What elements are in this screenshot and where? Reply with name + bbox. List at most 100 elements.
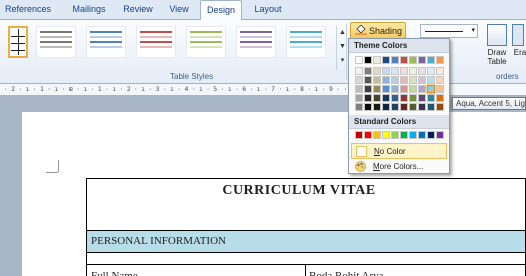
- theme-color-swatch[interactable]: [400, 103, 408, 111]
- theme-color-swatch[interactable]: [400, 67, 408, 75]
- theme-color-swatch[interactable]: [409, 76, 417, 84]
- table-style-gray[interactable]: [36, 26, 76, 58]
- more-colors-option[interactable]: More Colors...: [351, 159, 447, 175]
- theme-color-swatch[interactable]: [418, 76, 426, 84]
- theme-color-swatch[interactable]: [373, 76, 381, 84]
- theme-color-swatch[interactable]: [418, 85, 426, 93]
- standard-color-swatch[interactable]: [391, 131, 399, 139]
- theme-color-swatch[interactable]: [418, 94, 426, 102]
- theme-color-swatch[interactable]: [373, 103, 381, 111]
- tab-review[interactable]: Review: [118, 0, 158, 20]
- theme-color-swatch[interactable]: [391, 76, 399, 84]
- table-style-aqua[interactable]: [286, 26, 326, 58]
- draw-table-label-2: Table: [487, 57, 507, 66]
- tab-mailings[interactable]: Mailings: [64, 0, 114, 20]
- theme-color-swatch[interactable]: [400, 76, 408, 84]
- theme-color-swatch[interactable]: [427, 56, 435, 64]
- theme-color-swatch[interactable]: [436, 94, 444, 102]
- cv-title[interactable]: CURRICULUM VITAE: [87, 179, 526, 231]
- theme-color-swatch[interactable]: [373, 67, 381, 75]
- document-page[interactable]: CURRICULUM VITAE PERSONAL INFORMATION Fu…: [22, 112, 526, 276]
- theme-color-swatch[interactable]: [391, 56, 399, 64]
- theme-color-swatch[interactable]: [427, 103, 435, 111]
- eraser-button[interactable]: Era: [512, 24, 526, 57]
- theme-color-swatch[interactable]: [427, 94, 435, 102]
- theme-color-swatch[interactable]: [382, 76, 390, 84]
- standard-color-swatch[interactable]: [364, 131, 372, 139]
- standard-colors-header: Standard Colors: [349, 115, 449, 129]
- table-style-blue[interactable]: [86, 26, 126, 58]
- theme-color-swatch[interactable]: [409, 85, 417, 93]
- theme-color-swatch[interactable]: [391, 103, 399, 111]
- standard-color-swatch[interactable]: [373, 131, 381, 139]
- theme-color-swatch[interactable]: [355, 76, 363, 84]
- theme-color-swatch[interactable]: [436, 85, 444, 93]
- theme-color-swatch[interactable]: [418, 67, 426, 75]
- theme-color-swatch[interactable]: [409, 103, 417, 111]
- standard-color-swatch[interactable]: [427, 131, 435, 139]
- theme-color-swatch[interactable]: [427, 67, 435, 75]
- theme-color-swatch[interactable]: [364, 76, 372, 84]
- theme-color-swatch[interactable]: [364, 67, 372, 75]
- table-style-plain-grid[interactable]: [8, 26, 28, 58]
- theme-color-swatch[interactable]: [427, 76, 435, 84]
- table-style-purple[interactable]: [236, 26, 276, 58]
- theme-color-swatch[interactable]: [391, 67, 399, 75]
- theme-color-swatch[interactable]: [382, 85, 390, 93]
- theme-color-swatch[interactable]: [355, 103, 363, 111]
- theme-color-swatch[interactable]: [364, 85, 372, 93]
- theme-color-swatch[interactable]: [391, 85, 399, 93]
- theme-color-swatch[interactable]: [409, 67, 417, 75]
- theme-color-swatch[interactable]: [400, 85, 408, 93]
- borders-group-label: orders: [496, 72, 519, 81]
- tab-view[interactable]: View: [162, 0, 196, 20]
- theme-color-swatch[interactable]: [382, 94, 390, 102]
- theme-color-swatch[interactable]: [373, 94, 381, 102]
- theme-color-swatch[interactable]: [382, 67, 390, 75]
- theme-color-swatch[interactable]: [355, 67, 363, 75]
- theme-color-swatch[interactable]: [364, 103, 372, 111]
- theme-color-swatch[interactable]: [364, 94, 372, 102]
- cv-table[interactable]: CURRICULUM VITAE PERSONAL INFORMATION Fu…: [86, 178, 526, 276]
- standard-color-swatch[interactable]: [355, 131, 363, 139]
- theme-color-swatch[interactable]: [418, 56, 426, 64]
- theme-color-swatch[interactable]: [400, 56, 408, 64]
- pen-style-select[interactable]: ▾: [420, 24, 478, 38]
- theme-color-swatch[interactable]: [436, 103, 444, 111]
- standard-color-swatch[interactable]: [400, 131, 408, 139]
- theme-color-swatch[interactable]: [373, 85, 381, 93]
- theme-color-swatch[interactable]: [418, 103, 426, 111]
- theme-color-swatch[interactable]: [409, 56, 417, 64]
- table-style-red[interactable]: [136, 26, 176, 58]
- no-color-option[interactable]: No Color: [351, 143, 447, 159]
- eraser-label: Era: [513, 48, 526, 57]
- theme-color-swatch[interactable]: [436, 76, 444, 84]
- draw-table-button[interactable]: Draw Table: [484, 24, 510, 66]
- table-row[interactable]: Full Name Boda Rohit Arya: [87, 265, 526, 276]
- palette-icon: [355, 161, 366, 172]
- theme-color-swatch[interactable]: [391, 94, 399, 102]
- theme-color-swatch[interactable]: [426, 84, 436, 94]
- theme-color-swatch[interactable]: [400, 94, 408, 102]
- tab-layout[interactable]: Layout: [248, 0, 288, 20]
- theme-color-swatch[interactable]: [355, 56, 363, 64]
- theme-color-swatch[interactable]: [355, 85, 363, 93]
- theme-color-swatch[interactable]: [364, 56, 372, 64]
- theme-color-swatch[interactable]: [382, 56, 390, 64]
- table-style-green[interactable]: [186, 26, 226, 58]
- theme-color-swatch[interactable]: [355, 94, 363, 102]
- standard-color-swatch[interactable]: [409, 131, 417, 139]
- standard-color-swatch[interactable]: [436, 131, 444, 139]
- theme-color-swatch[interactable]: [382, 103, 390, 111]
- blank-row[interactable]: [87, 253, 526, 265]
- theme-color-swatch[interactable]: [409, 94, 417, 102]
- margin-mark-vertical: [58, 160, 59, 172]
- personal-information-heading[interactable]: PERSONAL INFORMATION: [87, 231, 526, 253]
- standard-color-swatch[interactable]: [382, 131, 390, 139]
- tab-references[interactable]: References: [0, 0, 56, 20]
- standard-color-swatch[interactable]: [418, 131, 426, 139]
- theme-color-swatch[interactable]: [373, 56, 381, 64]
- theme-color-swatch[interactable]: [436, 56, 444, 64]
- tab-design[interactable]: Design: [200, 0, 242, 21]
- theme-color-swatch[interactable]: [436, 67, 444, 75]
